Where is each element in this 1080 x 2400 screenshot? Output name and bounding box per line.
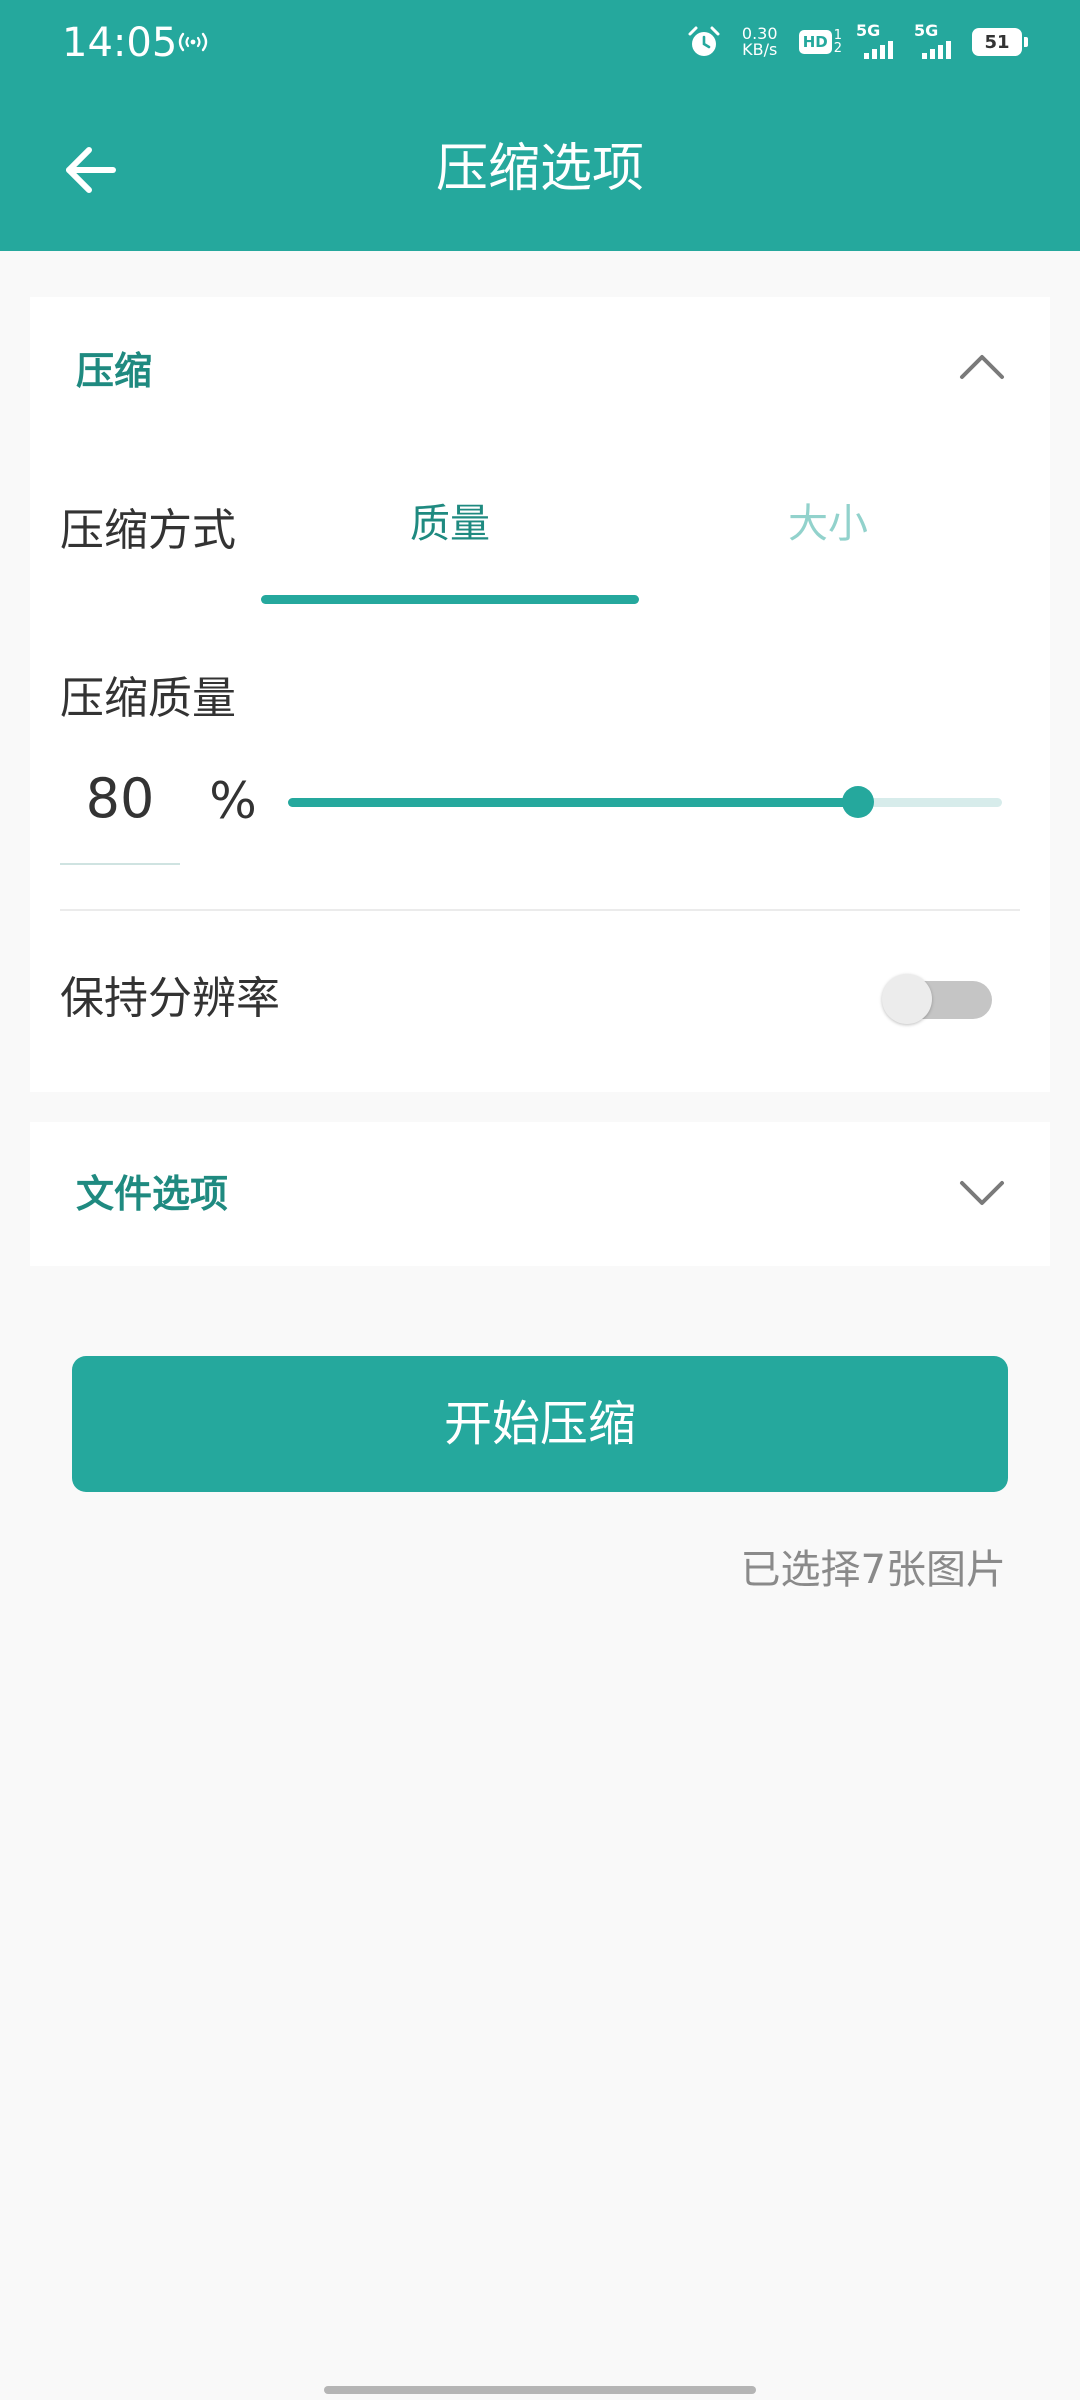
quality-slider[interactable] <box>288 786 1002 818</box>
signal-sim1: 5G <box>856 23 900 61</box>
signal-bars-icon <box>922 41 951 59</box>
compress-quality-label: 压缩质量 <box>60 673 236 724</box>
divider <box>60 909 1020 911</box>
signal-sim2: 5G <box>914 23 958 61</box>
hd-label: HD <box>798 30 832 54</box>
compress-options-card: 压缩 压缩方式 质量 大小 压缩质量 80 % 保持分辨率 <box>30 297 1050 1092</box>
alarm-icon <box>688 26 720 56</box>
toggle-thumb <box>882 974 932 1024</box>
tab-size[interactable]: 大小 <box>639 499 1017 549</box>
quality-input-underline <box>60 863 180 865</box>
start-compress-button[interactable]: 开始压缩 <box>72 1356 1008 1492</box>
network-speed-unit: KB/s <box>742 40 778 59</box>
hd-sub-bottom: 2 <box>833 41 842 56</box>
file-options-card: 文件选项 <box>30 1122 1050 1266</box>
status-time: 14:05 <box>62 20 178 66</box>
app-header: 14:05 0.30 KB/s HD 1 2 5G 5G 51 压缩选项 <box>0 0 1080 251</box>
signal-bars-icon <box>864 41 893 59</box>
status-icons: 0.30 KB/s HD 1 2 5G 5G 51 <box>687 22 1028 62</box>
keep-resolution-toggle[interactable] <box>882 974 992 1024</box>
slider-fill <box>288 798 858 807</box>
chevron-down-icon[interactable] <box>958 1179 1006 1209</box>
battery-icon: 51 <box>972 28 1028 56</box>
chevron-up-icon[interactable] <box>958 351 1006 381</box>
page-title: 压缩选项 <box>435 139 644 199</box>
keep-resolution-label: 保持分辨率 <box>60 973 280 1024</box>
file-section-header[interactable]: 文件选项 <box>76 1169 228 1219</box>
quality-value-input[interactable]: 80 <box>60 764 180 834</box>
compress-method-label: 压缩方式 <box>60 505 236 556</box>
sim2-network-label: 5G <box>914 21 939 40</box>
home-indicator[interactable] <box>324 2386 756 2394</box>
hotspot-icon <box>178 32 208 52</box>
sim1-network-label: 5G <box>856 21 881 40</box>
selection-status: 已选择7张图片 <box>740 1547 1006 1593</box>
battery-level: 51 <box>984 31 1010 53</box>
tab-indicator <box>261 595 639 604</box>
hd-sim-indicator: 1 2 <box>834 29 842 55</box>
network-speed: 0.30 KB/s <box>735 26 785 58</box>
tab-quality[interactable]: 质量 <box>261 499 639 549</box>
slider-thumb[interactable] <box>842 786 874 818</box>
quality-unit: % <box>209 772 257 830</box>
compress-section-header[interactable]: 压缩 <box>76 346 152 396</box>
hd-voice-badge: HD 1 2 <box>798 29 842 55</box>
